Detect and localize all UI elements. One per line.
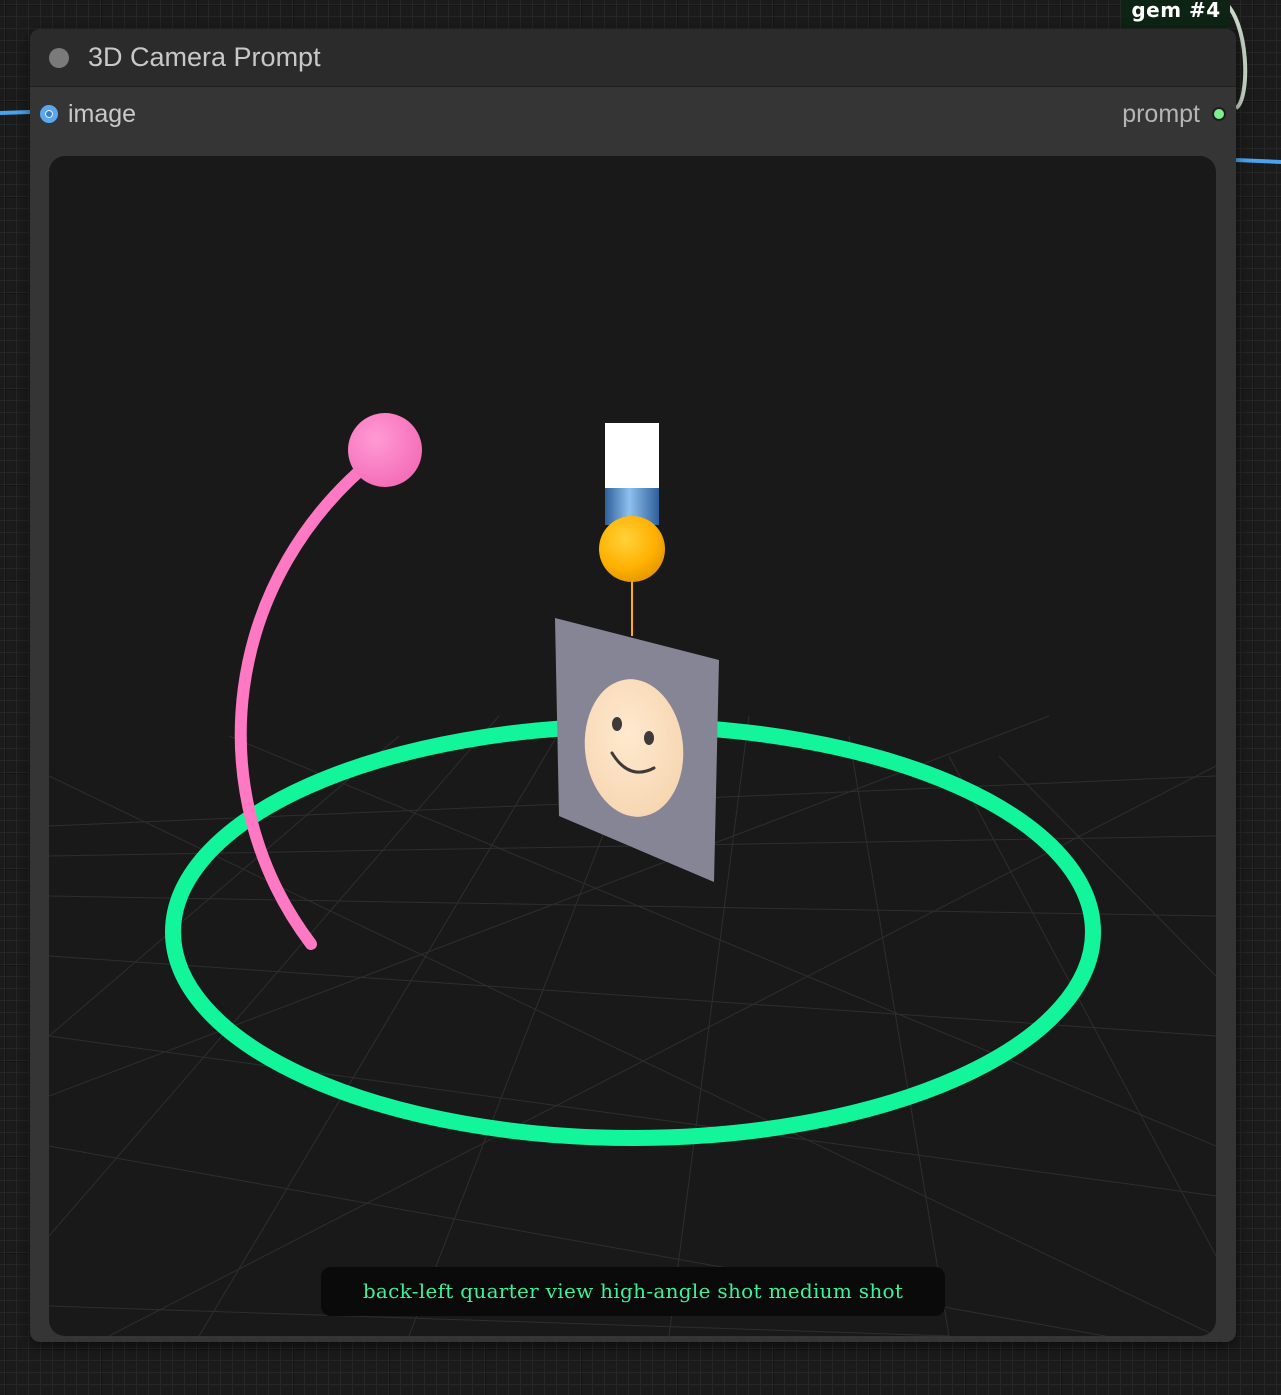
collapse-toggle-icon[interactable]: [49, 48, 69, 68]
prompt-output-label: prompt: [1122, 100, 1200, 128]
distance-handle[interactable]: [599, 516, 665, 582]
image-input-label: image: [68, 100, 137, 128]
elevation-handle[interactable]: [348, 413, 422, 487]
target-image-plane[interactable]: [555, 618, 719, 882]
output-wire-right[interactable]: [1235, 158, 1281, 164]
prompt-readout: back-left quarter view high-angle shot m…: [321, 1267, 945, 1316]
slot-row: image prompt: [30, 97, 1236, 133]
node-title: 3D Camera Prompt: [88, 42, 321, 72]
input-wire-image[interactable]: [0, 110, 31, 115]
camera-icon[interactable]: [605, 423, 659, 525]
image-input-socket-icon[interactable]: [40, 105, 58, 123]
prompt-output-socket-icon[interactable]: [1212, 107, 1226, 121]
scene-canvas[interactable]: [49, 156, 1216, 1336]
camera-prompt-node[interactable]: 3D Camera Prompt image prompt back-left …: [30, 29, 1236, 1342]
3d-camera-viewport[interactable]: back-left quarter view high-angle shot m…: [49, 156, 1216, 1336]
group-badge[interactable]: gem #4: [1122, 0, 1230, 28]
node-header[interactable]: 3D Camera Prompt: [30, 29, 1236, 87]
elevation-arc[interactable]: [234, 444, 391, 950]
